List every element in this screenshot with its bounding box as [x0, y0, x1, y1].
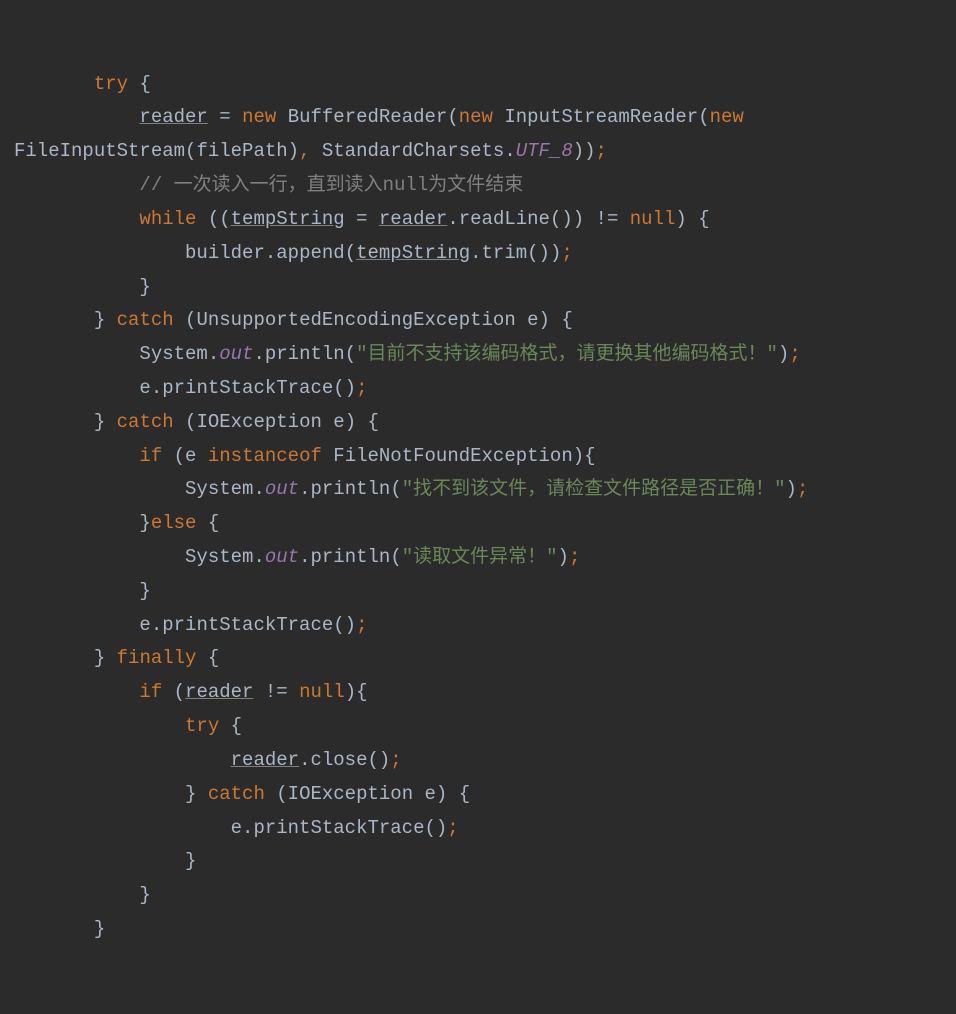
semicolon: ;: [569, 546, 580, 568]
comment: // 一次读入一行，直到读入null为文件结束: [139, 174, 523, 196]
brace: {: [459, 783, 470, 805]
kw-instanceof: instanceof: [208, 445, 322, 467]
semicolon: ;: [356, 377, 367, 399]
var-e: e: [139, 614, 150, 636]
cls-filenotfoundexception: FileNotFoundException: [333, 445, 572, 467]
brace: }: [94, 411, 105, 433]
brace: {: [139, 73, 150, 95]
kw-catch: catch: [208, 783, 265, 805]
brace: }: [94, 647, 105, 669]
cls-ioexception: IOException: [288, 783, 413, 805]
cls-inputstreamreader: InputStreamReader: [504, 106, 698, 128]
method-println: println: [265, 343, 345, 365]
cls-unsupportedencodingexception: UnsupportedEncodingException: [196, 309, 515, 331]
op-assign: =: [219, 106, 230, 128]
field-out: out: [265, 546, 299, 568]
kw-null: null: [630, 208, 676, 230]
var-e: e: [333, 411, 344, 433]
var-e: e: [139, 377, 150, 399]
method-printstacktrace: printStackTrace: [162, 377, 333, 399]
kw-if: if: [139, 681, 162, 703]
var-e: e: [527, 309, 538, 331]
method-printstacktrace: printStackTrace: [162, 614, 333, 636]
brace: }: [185, 850, 196, 872]
kw-try: try: [94, 73, 128, 95]
brace: {: [231, 715, 242, 737]
brace: {: [368, 411, 379, 433]
kw-if: if: [139, 445, 162, 467]
cls-system: System: [139, 343, 207, 365]
var-reader: reader: [139, 106, 207, 128]
kw-catch: catch: [117, 411, 174, 433]
brace: {: [208, 647, 219, 669]
kw-null: null: [299, 681, 345, 703]
brace: }: [139, 580, 150, 602]
field-out: out: [265, 478, 299, 500]
var-tempstring: tempString: [356, 242, 470, 264]
kw-else: else: [151, 512, 197, 534]
field-out: out: [219, 343, 253, 365]
var-reader: reader: [379, 208, 447, 230]
kw-catch: catch: [117, 309, 174, 331]
cls-bufferedreader: BufferedReader: [288, 106, 448, 128]
semicolon: ;: [390, 749, 401, 771]
kw-finally: finally: [117, 647, 197, 669]
var-tempstring: tempString: [231, 208, 345, 230]
method-printstacktrace: printStackTrace: [253, 817, 424, 839]
cls-system: System: [185, 546, 253, 568]
brace: {: [208, 512, 219, 534]
brace: }: [94, 918, 105, 940]
brace: }: [185, 783, 196, 805]
string-literal: "找不到该文件，请检查文件路径是否正确！": [402, 478, 786, 500]
field-utf8: UTF_8: [516, 140, 573, 162]
method-println: println: [310, 546, 390, 568]
var-e: e: [425, 783, 436, 805]
kw-while: while: [139, 208, 196, 230]
kw-new: new: [710, 106, 744, 128]
semicolon: ;: [356, 614, 367, 636]
brace: }: [139, 512, 150, 534]
cls-ioexception: IOException: [196, 411, 321, 433]
brace: }: [94, 309, 105, 331]
method-trim: trim: [482, 242, 528, 264]
brace: {: [584, 445, 595, 467]
semicolon: ;: [447, 817, 458, 839]
method-append: append: [276, 242, 344, 264]
semicolon: ;: [561, 242, 572, 264]
kw-try: try: [185, 715, 219, 737]
var-filepath: filePath: [196, 140, 287, 162]
var-e: e: [231, 817, 242, 839]
brace: }: [139, 276, 150, 298]
semicolon: ;: [789, 343, 800, 365]
cls-fileinputstream: FileInputStream: [14, 140, 185, 162]
brace: }: [139, 884, 150, 906]
brace: {: [698, 208, 709, 230]
var-reader: reader: [231, 749, 299, 771]
semicolon: ;: [596, 140, 607, 162]
kw-new: new: [242, 106, 276, 128]
code-block[interactable]: try { reader = new BufferedReader(new In…: [14, 73, 808, 940]
string-literal: "读取文件异常！": [402, 546, 558, 568]
method-println: println: [310, 478, 390, 500]
brace: {: [356, 681, 367, 703]
var-e: e: [185, 445, 196, 467]
cls-system: System: [185, 478, 253, 500]
method-close: close: [310, 749, 367, 771]
comma: ,: [299, 140, 310, 162]
var-reader: reader: [185, 681, 253, 703]
kw-new: new: [459, 106, 493, 128]
var-builder: builder: [185, 242, 265, 264]
semicolon: ;: [797, 478, 808, 500]
cls-standardcharsets: StandardCharsets: [322, 140, 504, 162]
string-literal: "目前不支持该编码格式，请更换其他编码格式！": [356, 343, 778, 365]
brace: {: [561, 309, 572, 331]
method-readline: readLine: [459, 208, 550, 230]
